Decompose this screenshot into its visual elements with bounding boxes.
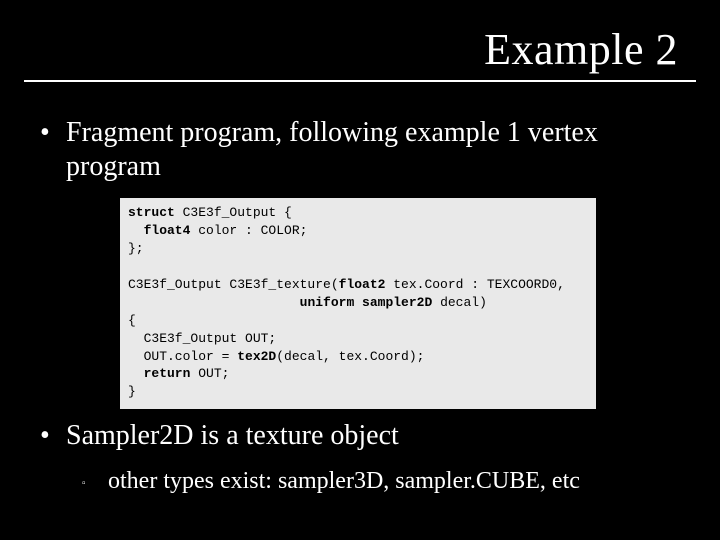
code-text: OUT.color =: [128, 349, 237, 364]
code-kw: float4: [128, 223, 190, 238]
bullet-fragment-program: • Fragment program, following example 1 …: [40, 116, 680, 184]
code-text: decal): [432, 295, 487, 310]
code-text: {: [128, 313, 136, 328]
code-text: };: [128, 241, 144, 256]
code-text: C3E3f_Output C3E3f_texture(: [128, 277, 339, 292]
code-kw: uniform sampler2D: [300, 295, 433, 310]
code-kw: return: [128, 366, 190, 381]
bullet-text: Fragment program, following example 1 ve…: [66, 116, 680, 184]
code-block: struct C3E3f_Output { float4 color : COL…: [120, 198, 596, 409]
bullet-dot: •: [40, 420, 66, 452]
code-text: (decal, tex.Coord);: [276, 349, 424, 364]
code-text: C3E3f_Output {: [175, 205, 292, 220]
code-kw: float2: [339, 277, 386, 292]
slide-title: Example 2: [484, 24, 678, 75]
subbullet-other-types: ▫ other types exist: sampler3D, sampler.…: [82, 468, 682, 496]
code-kw: struct: [128, 205, 175, 220]
title-underline: [24, 80, 696, 82]
code-text: }: [128, 384, 136, 399]
code-text: color : COLOR;: [190, 223, 307, 238]
code-text: [128, 295, 300, 310]
bullet-text: Sampler2D is a texture object: [66, 420, 399, 452]
code-text: C3E3f_Output OUT;: [128, 331, 276, 346]
code-text: OUT;: [190, 366, 229, 381]
subbullet-marker: ▫: [82, 468, 108, 496]
bullet-sampler2d: • Sampler2D is a texture object: [40, 420, 680, 452]
code-text: tex.Coord : TEXCOORD0,: [385, 277, 564, 292]
subbullet-text: other types exist: sampler3D, sampler.CU…: [108, 468, 580, 495]
bullet-dot: •: [40, 116, 66, 184]
code-kw: tex2D: [237, 349, 276, 364]
